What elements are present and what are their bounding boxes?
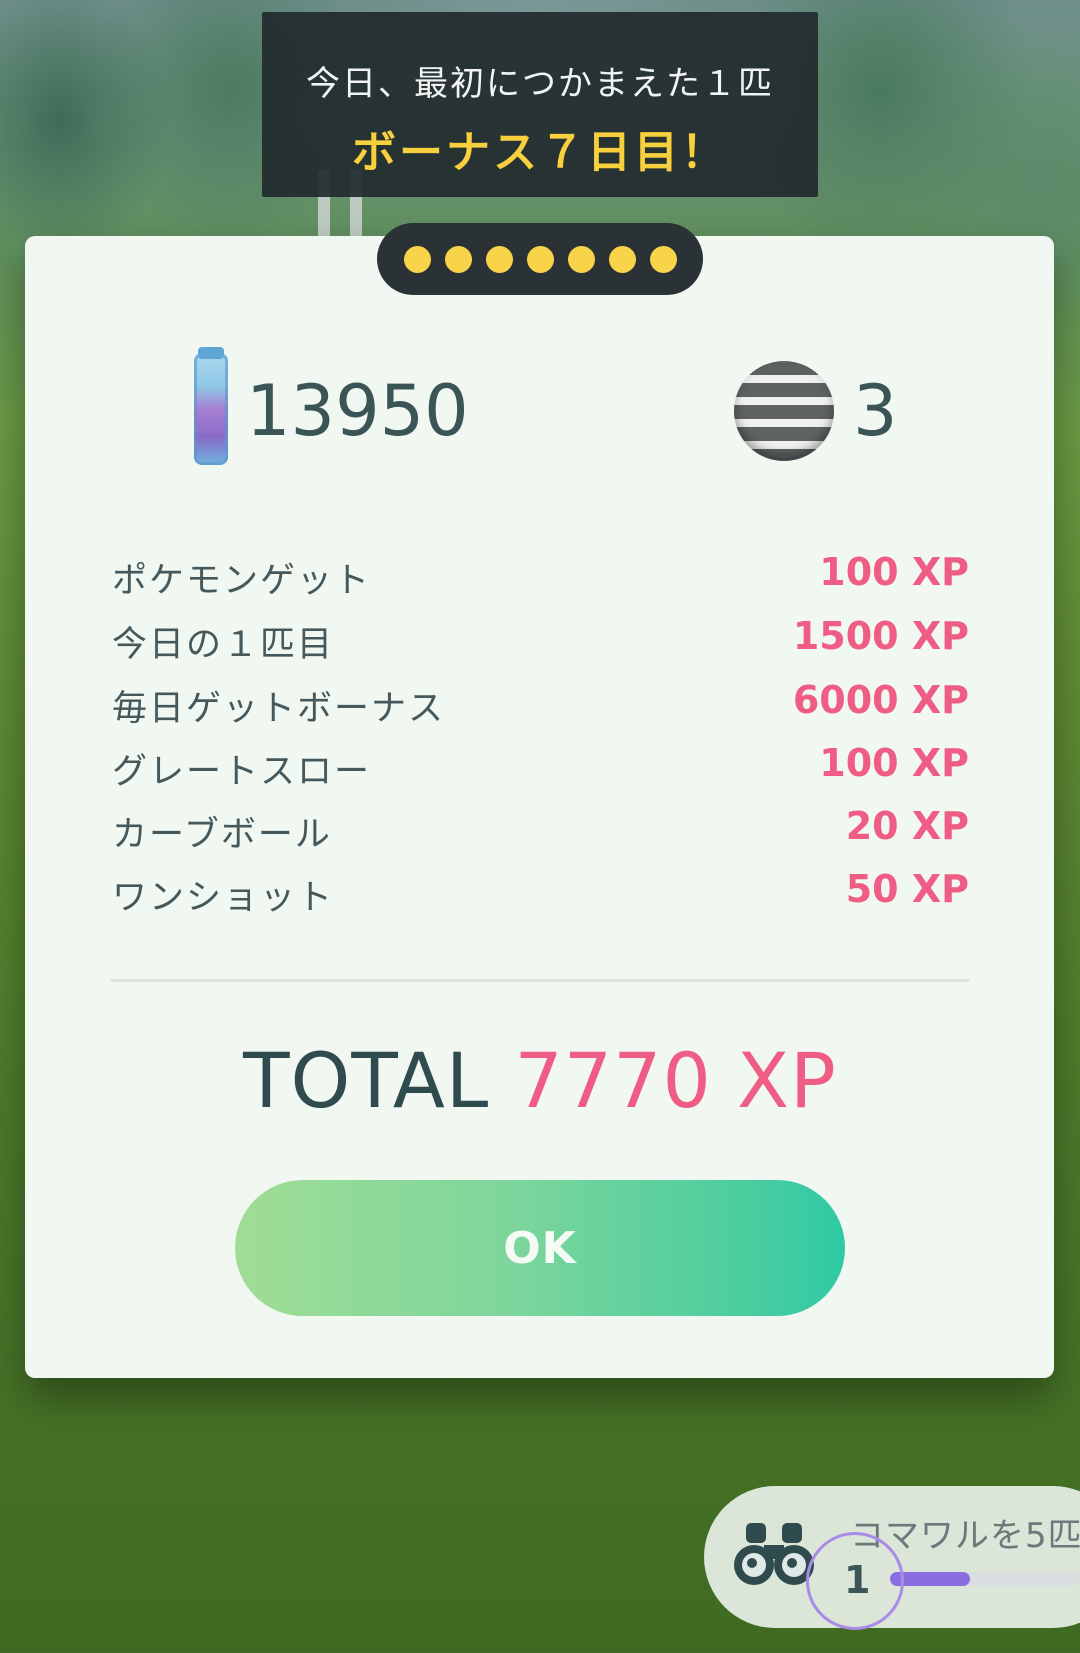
total-label: TOTAL [243, 1036, 490, 1125]
total-value: 7770 XP [514, 1036, 837, 1125]
binoculars-icon [734, 1523, 814, 1585]
xp-row-value: 6000 XP [792, 678, 969, 722]
total-xp: TOTAL 7770 XP [0, 1036, 1080, 1125]
divider [110, 979, 970, 982]
xp-row-value: 1500 XP [792, 614, 969, 658]
streak-dot [608, 245, 636, 273]
xp-row-label: カーブボール [112, 815, 332, 855]
xp-row-value: 100 XP [819, 741, 969, 785]
streak-dot [403, 245, 431, 273]
streak-indicator [377, 223, 703, 295]
xp-row-value: 50 XP [845, 867, 969, 911]
daily-bonus-banner: 今日、最初につかまえた１匹 ボーナス７日目！ [262, 12, 818, 197]
xp-row-label: ワンショット [112, 878, 335, 918]
streak-dot [444, 245, 472, 273]
xp-row-label: 毎日ゲットボーナス [112, 689, 446, 729]
bonus-banner-title: 今日、最初につかまえた１匹 [306, 64, 774, 104]
stardust-amount: 13950 [246, 370, 469, 452]
xp-row-value: 100 XP [819, 550, 969, 594]
streak-dot [526, 245, 554, 273]
streak-dot [485, 245, 513, 273]
xp-row-label: グレートスロー [112, 752, 372, 792]
xp-row-value: 20 XP [845, 804, 969, 848]
stardust-icon [194, 347, 228, 465]
research-count: 1 [844, 1558, 871, 1602]
ball-reward-count: 3 [853, 370, 898, 452]
great-ball-icon [734, 361, 834, 461]
streak-dot [649, 245, 677, 273]
ok-button[interactable]: OK [235, 1180, 845, 1316]
streak-dot [567, 245, 595, 273]
xp-row-label: ポケモンゲット [112, 561, 372, 601]
xp-row-label: 今日の１匹目 [112, 625, 335, 665]
bonus-banner-day: ボーナス７日目！ [352, 127, 728, 178]
